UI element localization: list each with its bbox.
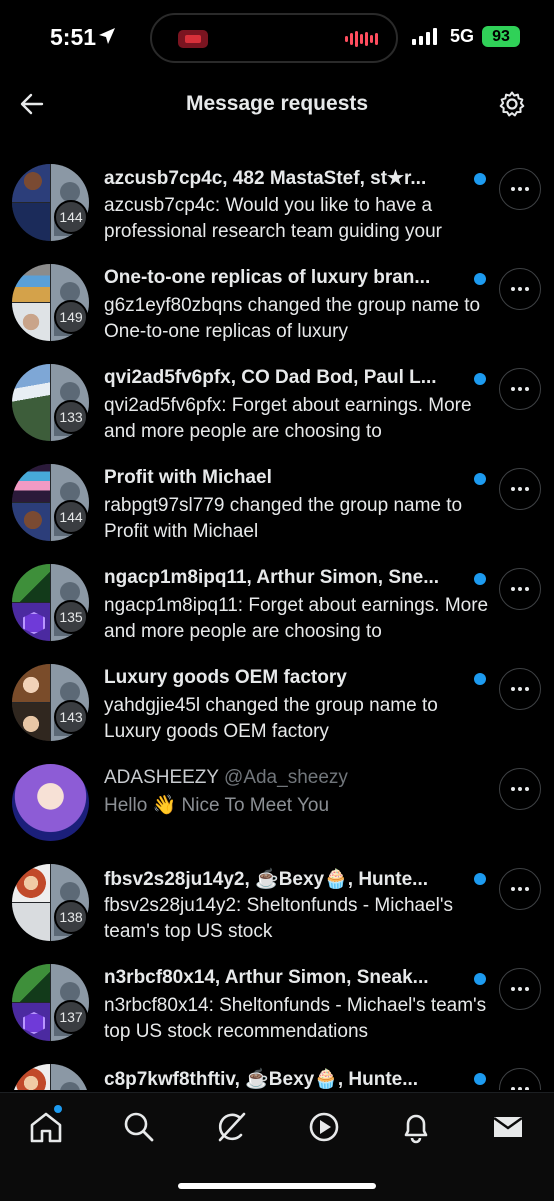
grok-icon[interactable] [213, 1109, 249, 1145]
more-options-button[interactable] [499, 468, 541, 510]
dynamic-island [150, 13, 398, 63]
group-avatar [12, 1064, 89, 1090]
battery-indicator: 93 [482, 26, 520, 47]
live-activity-app-icon [178, 30, 208, 48]
conversation-title: One-to-one replicas of luxury bran... [104, 267, 431, 288]
message-preview: rabpgt97sl779 changed the group name to … [104, 495, 463, 542]
more-options-button[interactable] [499, 168, 541, 210]
cellular-signal-icon [412, 28, 437, 45]
message-request-row[interactable]: 138 fbsv2s28ju14y2, ☕Bexy🧁, Hunte... fbs… [0, 850, 554, 950]
audio-waveform-icon [345, 31, 378, 47]
home-indicator [178, 1183, 376, 1189]
conversation-title: ADASHEEZY @Ada_sheezy [104, 767, 464, 789]
page-title: Message requests [185, 92, 369, 115]
mail-icon[interactable] [490, 1109, 526, 1145]
member-count-badge: 133 [54, 400, 88, 434]
message-request-row[interactable]: 143 Luxury goods OEM factory yahdgjie45l… [0, 650, 554, 750]
message-preview: Hello 👋 Nice To Meet You [104, 795, 330, 816]
member-count-badge: 137 [54, 1000, 88, 1034]
member-count-badge: 149 [54, 300, 88, 334]
conversation-title: qvi2ad5fv6pfx, CO Dad Bod, Paul L... [104, 367, 437, 388]
location-arrow-icon [99, 28, 115, 44]
conversation-title: fbsv2s28ju14y2, ☕Bexy🧁, Hunte... [104, 869, 429, 890]
message-request-row[interactable]: 135 ngacp1m8ipq11, Arthur Simon, Sne... … [0, 550, 554, 650]
more-options-button[interactable] [499, 368, 541, 410]
conversation-title: ngacp1m8ipq11, Arthur Simon, Sne... [104, 567, 440, 588]
member-count-badge: 144 [54, 500, 88, 534]
user-handle: @Ada_sheezy [224, 767, 348, 788]
member-count-badge: 138 [54, 900, 88, 934]
video-play-icon[interactable] [306, 1109, 342, 1145]
status-bar: 5:51 5G 93 [0, 0, 554, 76]
more-options-button[interactable] [499, 568, 541, 610]
more-options-button[interactable] [499, 768, 541, 810]
bell-icon[interactable] [398, 1109, 434, 1145]
member-count-badge: 144 [54, 200, 88, 234]
message-request-row[interactable]: ADASHEEZY @Ada_sheezy Hello 👋 Nice To Me… [0, 750, 554, 850]
message-preview: yahdgjie45l changed the group name to Lu… [104, 695, 438, 742]
unread-dot [474, 873, 486, 885]
message-request-row[interactable]: 144 Profit with Michael rabpgt97sl779 ch… [0, 450, 554, 550]
clock: 5:51 [50, 24, 97, 50]
user-avatar [12, 764, 89, 841]
message-request-row[interactable]: 137 n3rbcf80x14, Arthur Simon, Sneak... … [0, 950, 554, 1050]
message-request-row[interactable]: 149 One-to-one replicas of luxury bran..… [0, 250, 554, 350]
member-count-badge: 143 [54, 700, 88, 734]
message-preview: n3rbcf80x14: Sheltonfunds - Michael's te… [104, 995, 487, 1042]
member-count-badge: 135 [54, 600, 88, 634]
gear-icon[interactable] [498, 90, 526, 118]
unread-dot [474, 673, 486, 685]
unread-dot [474, 173, 486, 185]
message-request-row[interactable]: 144 azcusb7cp4c, 482 MastaStef, st★r... … [0, 150, 554, 250]
conversation-title: c8p7kwf8thftiv, ☕Bexy🧁, Hunte... [104, 1069, 419, 1090]
unread-dot [474, 973, 486, 985]
unread-dot [474, 373, 486, 385]
more-options-button[interactable] [499, 868, 541, 910]
conversation-title: azcusb7cp4c, 482 MastaStef, st★r... [104, 168, 427, 189]
unread-dot [474, 273, 486, 285]
unread-dot [474, 573, 486, 585]
message-request-row[interactable]: 133 qvi2ad5fv6pfx, CO Dad Bod, Paul L...… [0, 350, 554, 450]
more-options-button[interactable] [499, 268, 541, 310]
message-preview: g6z1eyf80zbqns changed the group name to… [104, 295, 481, 342]
message-preview: azcusb7cp4c: Would you like to have a pr… [104, 195, 442, 242]
battery-level: 93 [492, 28, 510, 45]
message-preview: qvi2ad5fv6pfx: Forget about earnings. Mo… [104, 395, 472, 442]
message-preview: fbsv2s28ju14y2: Sheltonfunds - Michael's… [104, 895, 453, 942]
more-options-button[interactable] [499, 1068, 541, 1090]
network-type: 5G [450, 26, 475, 46]
message-request-list: 144 azcusb7cp4c, 482 MastaStef, st★r... … [0, 150, 554, 1090]
message-preview: ngacp1m8ipq11: Forget about earnings. Mo… [104, 595, 489, 642]
search-icon[interactable] [121, 1109, 157, 1145]
unread-dot [474, 473, 486, 485]
home-icon[interactable] [28, 1109, 64, 1145]
message-request-row[interactable]: c8p7kwf8thftiv, ☕Bexy🧁, Hunte... [0, 1050, 554, 1090]
display-name: ADASHEEZY [104, 767, 219, 788]
conversation-title: n3rbcf80x14, Arthur Simon, Sneak... [104, 967, 429, 988]
header: Message requests [0, 76, 554, 134]
unread-dot [474, 1073, 486, 1085]
conversation-title: Profit with Michael [104, 467, 272, 488]
conversation-title: Luxury goods OEM factory [104, 667, 347, 688]
more-options-button[interactable] [499, 968, 541, 1010]
notification-dot [54, 1105, 62, 1113]
more-options-button[interactable] [499, 668, 541, 710]
